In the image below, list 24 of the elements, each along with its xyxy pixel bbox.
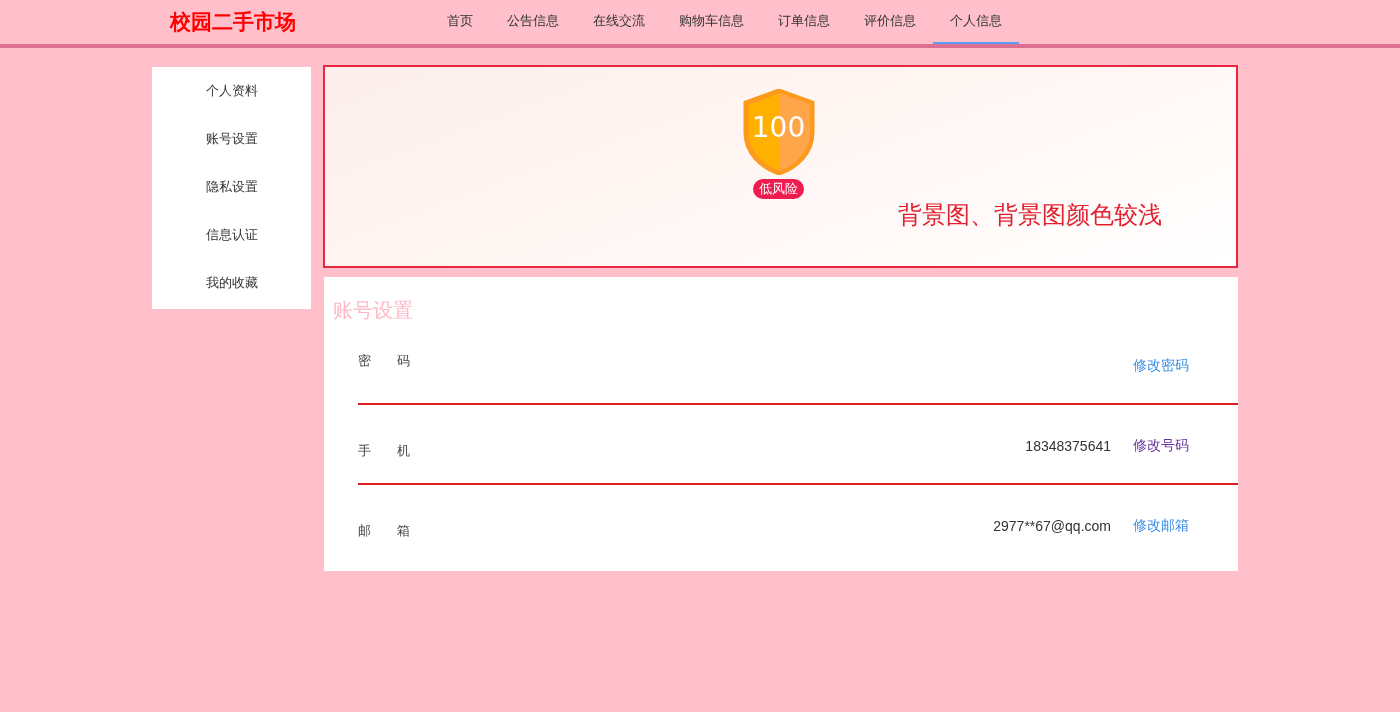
nav-link[interactable]: 首页 <box>430 0 490 44</box>
sidebar-item[interactable]: 我的收藏 <box>152 259 311 307</box>
nav-link[interactable]: 在线交流 <box>576 0 662 44</box>
nav-link[interactable]: 评价信息 <box>847 0 933 44</box>
edit-link[interactable]: 修改密码 <box>1133 357 1189 375</box>
nav-link[interactable]: 订单信息 <box>761 0 847 44</box>
field-label: 密 码 <box>358 353 410 370</box>
risk-badge: 低风险 <box>753 179 804 199</box>
banner-caption: 背景图、背景图颜色较浅 <box>898 200 1162 231</box>
edit-link[interactable]: 修改邮箱 <box>1133 517 1189 535</box>
sidebar-item[interactable]: 个人资料 <box>152 67 311 115</box>
edit-link[interactable]: 修改号码 <box>1133 437 1189 455</box>
field-label: 邮 箱 <box>358 523 410 540</box>
sidebar-item[interactable]: 账号设置 <box>152 115 311 163</box>
sidebar-item[interactable]: 隐私设置 <box>152 163 311 211</box>
nav-link[interactable]: 个人信息 <box>933 0 1019 44</box>
field-value: 18348375641 <box>1025 438 1111 454</box>
nav-link[interactable]: 购物车信息 <box>662 0 761 44</box>
score-value: 100 <box>750 111 807 144</box>
field-value: 2977**67@qq.com <box>993 518 1111 534</box>
nav-link[interactable]: 公告信息 <box>490 0 576 44</box>
section-title: 账号设置 <box>332 297 414 324</box>
sidebar-item[interactable]: 信息认证 <box>152 211 311 259</box>
field-label: 手 机 <box>358 443 410 460</box>
